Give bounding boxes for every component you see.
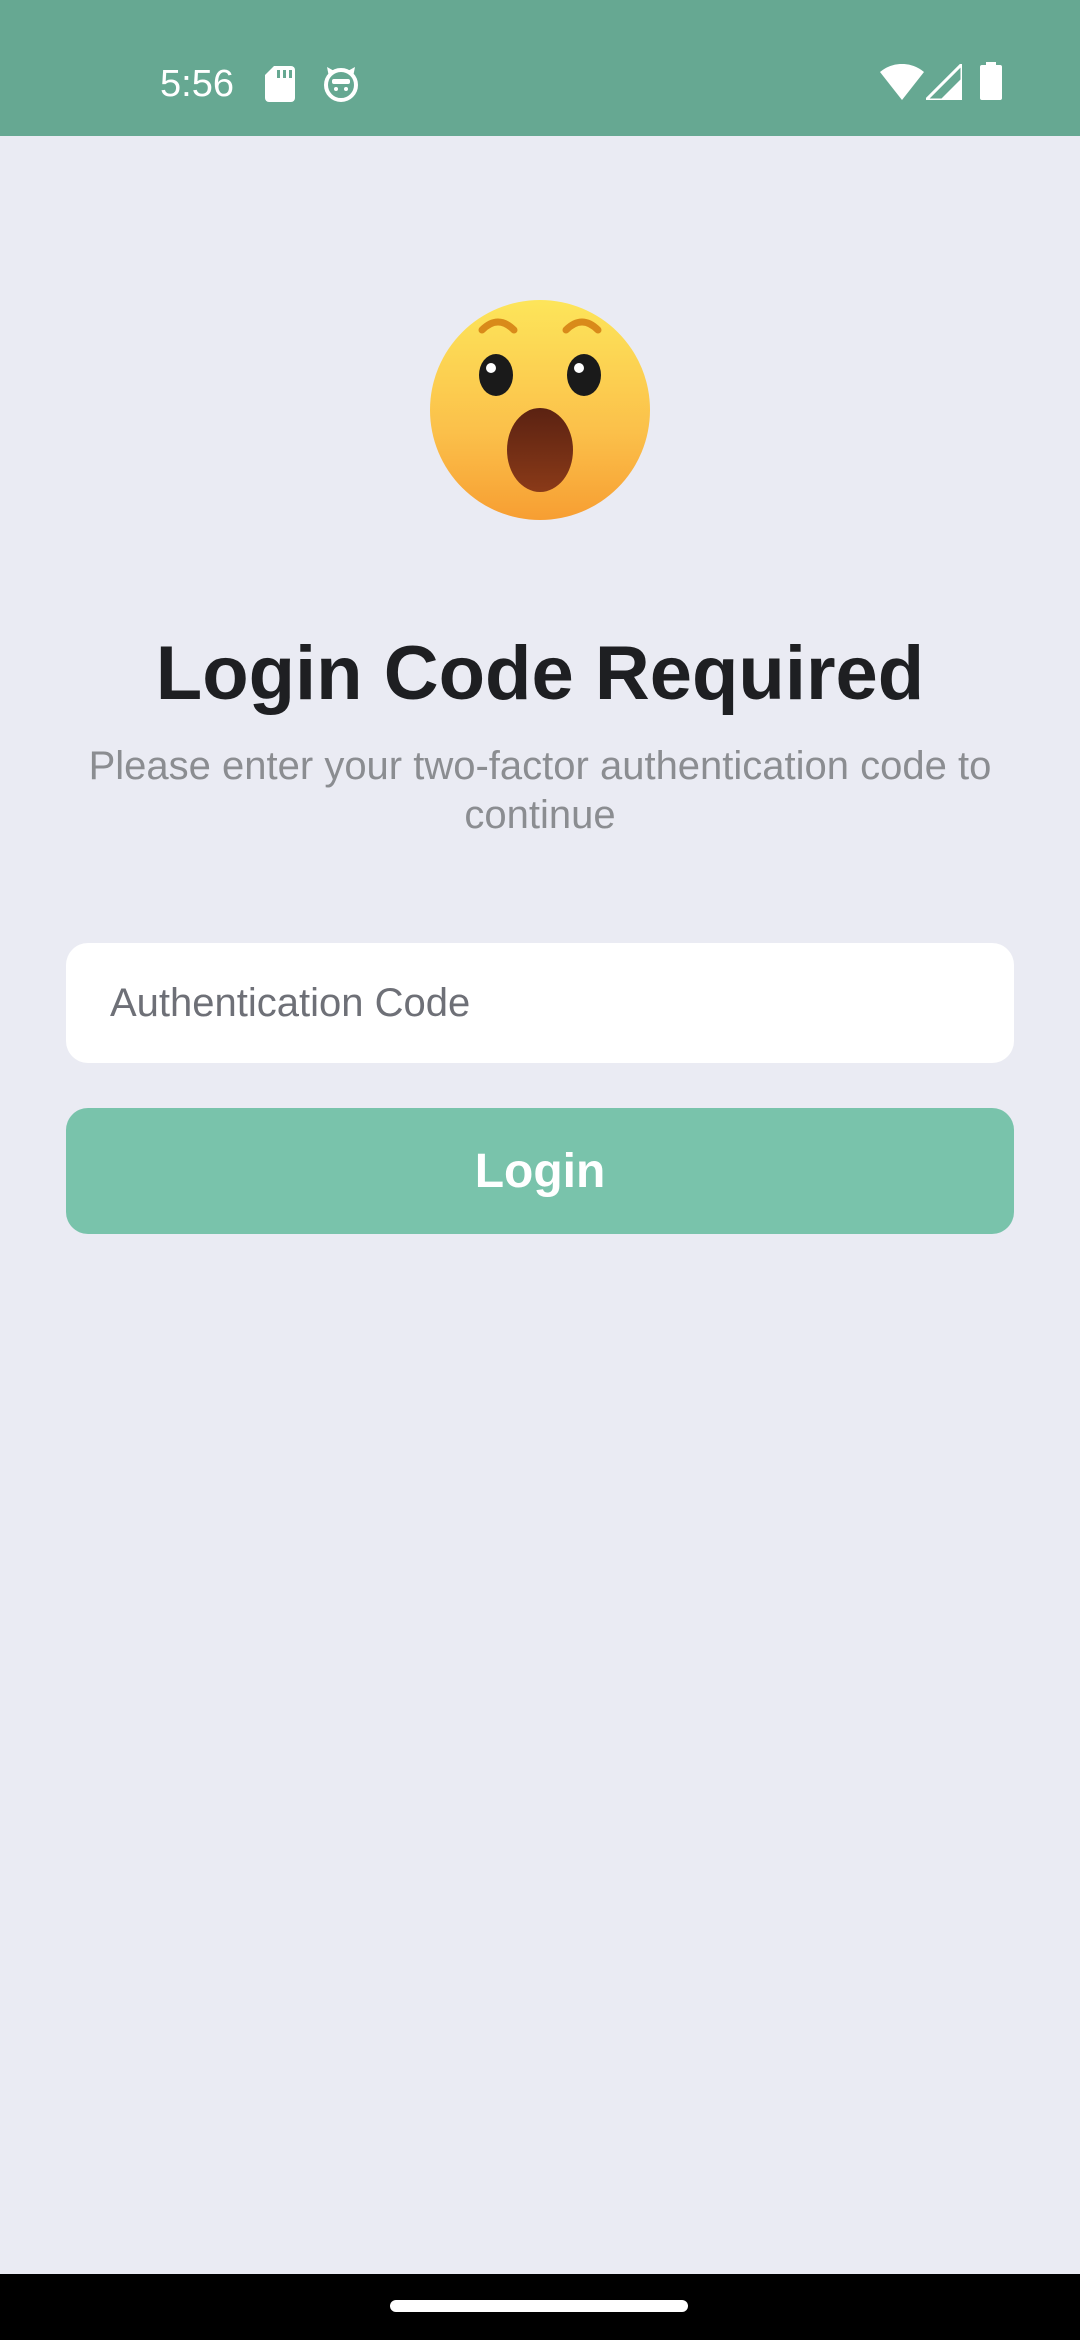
- battery-icon: [980, 62, 1002, 100]
- page-title: Login Code Required: [155, 631, 925, 716]
- status-bar: 5:56: [0, 0, 1080, 136]
- home-indicator[interactable]: [390, 2300, 688, 2312]
- cellular-signal-icon: [926, 64, 962, 100]
- status-time: 5:56: [160, 63, 234, 105]
- authentication-code-input[interactable]: [66, 943, 1014, 1063]
- wifi-icon: [880, 64, 924, 100]
- astonished-face-icon: [430, 300, 650, 520]
- sd-card-icon: [265, 66, 295, 102]
- page-subtitle: Please enter your two-factor authenticat…: [88, 744, 992, 837]
- cat-face-icon: [324, 67, 358, 102]
- login-button[interactable]: Login: [66, 1108, 1014, 1234]
